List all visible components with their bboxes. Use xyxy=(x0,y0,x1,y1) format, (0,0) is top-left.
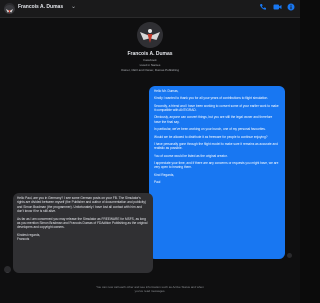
contact-name[interactable]: Francois A. Dumas xyxy=(18,4,63,10)
profile-name: Francois A. Dumas xyxy=(127,51,173,57)
message-line: In particular, we've been working on you… xyxy=(154,127,266,132)
message-line: You of course would be listed as the ori… xyxy=(154,153,228,158)
message-line: Secondly, a friend and I have been worki… xyxy=(154,103,279,113)
incoming-message[interactable]: Hello Paul, are you in Germany? I see so… xyxy=(13,193,153,273)
message-line: Kindest regards, Francois xyxy=(17,232,41,242)
message-line: Hello Mr. Dumas, xyxy=(154,89,179,93)
message-line: Obviously, anyone can convert things, bu… xyxy=(154,115,273,124)
message-line: As far as I am concerned you may release… xyxy=(17,216,148,230)
messenger-window: Francois A. Dumas ⌄ Francois A. Dumas Fa… xyxy=(0,0,300,303)
message-line: Kind Regards, xyxy=(154,172,175,177)
sender-avatar[interactable] xyxy=(4,266,11,273)
message-line: Would we be allowed to distribute it as … xyxy=(154,134,268,139)
header-avatar[interactable] xyxy=(4,3,15,14)
info-icon[interactable] xyxy=(286,3,296,13)
profile-occupation: Owner, CEO and Owner, Dumas Publishing xyxy=(120,68,180,72)
profile-platform: Facebook xyxy=(143,58,157,62)
footer-line: you've read messages. xyxy=(134,289,166,293)
chat-footer-notice: You can now call each other and see info… xyxy=(0,285,300,293)
video-icon[interactable] xyxy=(272,3,282,13)
phone-icon[interactable] xyxy=(258,3,268,13)
message-line: I appreciate your time, and if there are… xyxy=(154,161,279,170)
eagle-emblem-icon xyxy=(137,22,163,48)
profile-intro: Francois A. Dumas Facebook Lived in Nant… xyxy=(0,22,300,72)
eagle-avatar-icon xyxy=(5,272,10,273)
profile-location: Lived in Nantes xyxy=(139,63,161,67)
chat-header: Francois A. Dumas ⌄ xyxy=(0,0,300,18)
message-line: Kindly I wanted to thank you for all you… xyxy=(154,96,269,101)
eagle-avatar-icon xyxy=(4,5,15,14)
chevron-down-icon[interactable]: ⌄ xyxy=(71,3,76,10)
message-line: Hello Paul, are you in Germany? I see so… xyxy=(17,196,146,213)
profile-avatar[interactable] xyxy=(137,22,163,48)
message-line: Paul xyxy=(154,180,161,185)
outgoing-message[interactable]: Hello Mr. Dumas, Kindly I wanted to than… xyxy=(149,86,285,259)
message-line: I have personally gone through the fligh… xyxy=(154,141,278,151)
read-receipt-avatar xyxy=(287,253,292,258)
